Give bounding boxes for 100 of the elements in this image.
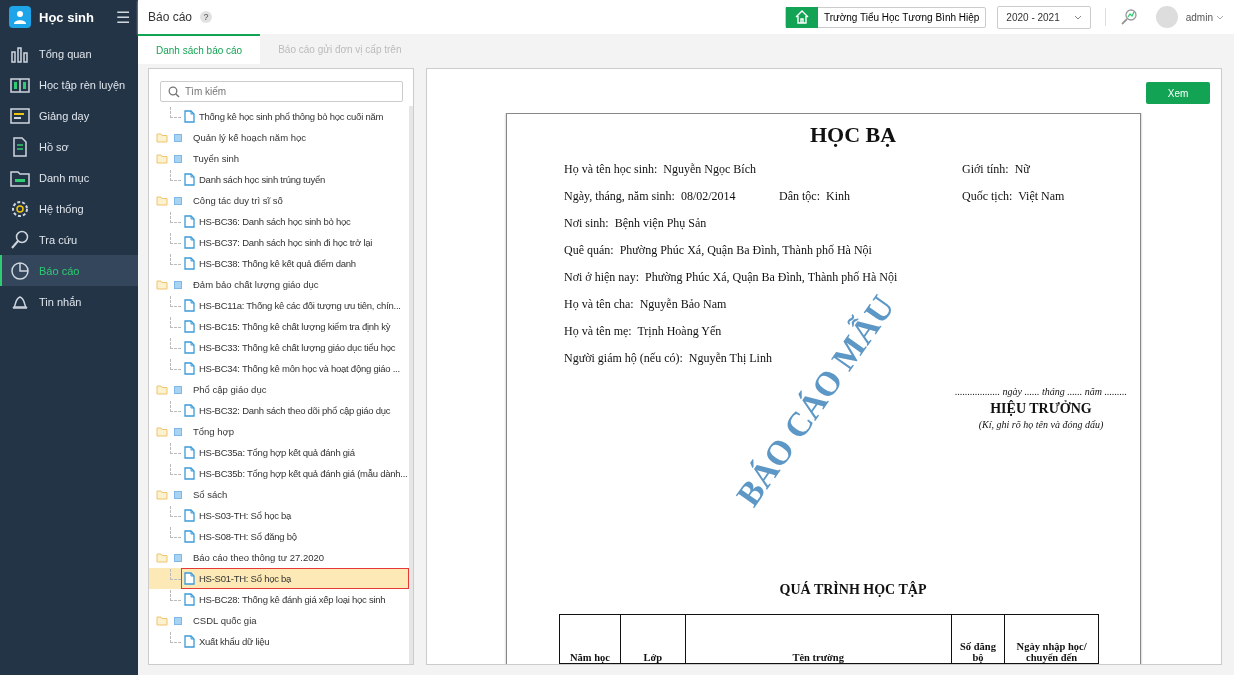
tree-folder[interactable]: Sổ sách [149, 484, 409, 505]
folder-icon [156, 153, 168, 164]
file-icon [184, 236, 195, 249]
square-icon [174, 427, 182, 436]
column-header: Ngày nhập học/ chuyển đến [1004, 614, 1099, 664]
pie-chart-icon [10, 260, 30, 281]
house-icon [785, 6, 818, 28]
folder-icon [156, 426, 168, 437]
report-field: Họ và tên học sinh: Nguyễn Ngọc Bích [564, 162, 779, 177]
square-icon [174, 553, 182, 562]
file-icon [184, 257, 195, 270]
square-icon [174, 385, 182, 394]
report-field: Nơi ở hiện nay: Phường Phúc Xá, Quận Ba Đình, Thành phố Hà Nội [564, 270, 1112, 285]
tree-item[interactable]: HS-BC28: Thống kê đánh giá xếp loại học sinh [181, 589, 389, 610]
caret-icon [1216, 14, 1224, 20]
tree-item[interactable]: HS-BC15: Thống kê chất lượng kiểm tra định kỳ [181, 316, 394, 337]
square-icon [174, 133, 182, 142]
tree-folder[interactable]: Đảm bảo chất lượng giáo dục [149, 274, 409, 295]
app-title: Học sinh [39, 9, 95, 25]
tree-item[interactable]: HS-BC38: Thống kê kết quả điểm danh [181, 253, 359, 274]
tree-item[interactable]: Thống kê học sinh phổ thông bỏ học cuối năm [181, 106, 387, 127]
folder-icon [156, 615, 168, 626]
sidebar-item[interactable]: Tra cứu [0, 224, 138, 255]
sidebar-item[interactable]: Tin nhắn [0, 286, 138, 317]
report-field: Nơi sinh: Bệnh viện Phụ Sản [564, 216, 1112, 231]
file-icon [184, 635, 195, 648]
report-field: Quê quán: Phường Phúc Xá, Quận Ba Đình, Thành phố Hà Nội [564, 243, 1112, 258]
sidebar-item[interactable]: Giảng dạy [0, 100, 138, 131]
tree-folder[interactable]: Báo cáo theo thông tư 27.2020 [149, 547, 409, 568]
tree-folder[interactable]: Quản lý kế hoạch năm học [149, 127, 409, 148]
tree-item[interactable]: HS-BC36: Danh sách học sinh bỏ học [181, 211, 354, 232]
file-icon [184, 320, 195, 333]
report-field: Dân tộc: Kinh [779, 189, 962, 204]
search-icon [10, 229, 30, 250]
sidebar-item[interactable]: Hệ thống [0, 193, 138, 224]
column-header: Lớp [620, 614, 686, 664]
column-header: Tên trường [685, 614, 952, 664]
tree-item[interactable]: HS-BC32: Danh sách theo dõi phổ cập giáo dục [181, 400, 394, 421]
section-title: QUÁ TRÌNH HỌC TẬP [778, 582, 928, 598]
search-field[interactable]: Tìm kiếm [160, 81, 403, 102]
file-icon [184, 467, 195, 480]
tree-item[interactable]: HS-BC35b: Tổng hợp kết quả đánh giá (mẫu dành... [181, 463, 409, 484]
file-icon [184, 509, 195, 522]
folder-icon [156, 489, 168, 500]
date-line: .................. ngày ...... tháng ...... năm ......... [954, 386, 1128, 397]
file-icon [184, 173, 195, 186]
tree-item[interactable]: HS-S03-TH: Sổ học bạ [181, 505, 295, 526]
logo-icon [9, 6, 31, 28]
gear-icon [10, 198, 30, 219]
tree-item[interactable]: HS-BC34: Thống kê môn học và hoạt động giáo ... [181, 358, 403, 379]
report-field: Quốc tịch: Việt Nam [962, 189, 1112, 204]
magnifier-chart-icon[interactable] [1119, 8, 1138, 26]
tree-item[interactable]: Xuất khẩu dữ liệu [181, 631, 273, 652]
sidebar-item[interactable]: Hồ sơ [0, 131, 138, 162]
tree-item[interactable]: HS-BC33: Thống kê chất lượng giáo dục tiểu học [181, 337, 399, 358]
user-menu[interactable]: admin [1185, 11, 1224, 23]
file-icon [184, 572, 195, 585]
tree-folder[interactable]: Phổ cập giáo dục [149, 379, 409, 400]
folder-icon [156, 279, 168, 290]
square-icon [174, 280, 182, 289]
sidebar-item[interactable]: Tổng quan [0, 38, 138, 69]
page-title: Báo cáo [148, 10, 193, 24]
report-field: Giới tính: Nữ [962, 162, 1112, 177]
signer-title: HIỆU TRƯỞNG [989, 401, 1093, 417]
caret-icon [1073, 14, 1082, 20]
tree-item[interactable]: HS-BC37: Danh sách học sinh đi học trở lại [181, 232, 376, 253]
file-icon [184, 530, 195, 543]
square-icon [174, 196, 182, 205]
tree-item[interactable]: HS-S08-TH: Sổ đăng bộ [181, 526, 300, 547]
signature-note: (Kí, ghi rõ họ tên và đóng dấu) [977, 419, 1105, 430]
report-field: Ngày, tháng, năm sinh: 08/02/2014 [564, 189, 779, 204]
sidebar-item[interactable]: Học tập rèn luyện [0, 69, 138, 100]
report-title: HỌC BẠ [808, 121, 898, 149]
column-header: Năm học [559, 614, 621, 664]
folder-icon [156, 132, 168, 143]
folder-icon [156, 552, 168, 563]
tree-item[interactable]: HS-BC11a: Thống kê các đối tượng ưu tiên, chín... [181, 295, 404, 316]
sidebar-item[interactable]: Danh mục [0, 162, 138, 193]
menu-button[interactable]: ☰ [116, 7, 130, 27]
file-icon [184, 215, 195, 228]
board-icon [10, 105, 30, 126]
file-icon [184, 593, 195, 606]
tree-folder[interactable]: Công tác duy trì sĩ số [149, 190, 409, 211]
tree-item[interactable]: HS-S01-TH: Sổ học bạ [181, 568, 409, 589]
school-selector[interactable]: Trường Tiểu Học Tương Bình Hiệp [784, 6, 987, 28]
file-icon [184, 341, 195, 354]
folder-icon [156, 195, 168, 206]
help-icon[interactable]: ? [200, 11, 213, 23]
tree-folder[interactable]: CSDL quốc gia [149, 610, 409, 631]
tree-folder[interactable]: Tuyển sinh [149, 148, 409, 169]
sidebar-item[interactable]: Báo cáo [0, 255, 138, 286]
file-icon [184, 110, 195, 123]
year-select[interactable]: 2020 - 2021 [997, 5, 1091, 29]
square-icon [174, 490, 182, 499]
tree-item[interactable]: HS-BC35a: Tổng hợp kết quả đánh giá [181, 442, 358, 463]
tree-folder[interactable]: Tổng hợp [149, 421, 409, 442]
folder-icon [156, 384, 168, 395]
file-icon [184, 362, 195, 375]
square-icon [174, 616, 182, 625]
tree-item[interactable]: Danh sách học sinh trúng tuyển [181, 169, 329, 190]
